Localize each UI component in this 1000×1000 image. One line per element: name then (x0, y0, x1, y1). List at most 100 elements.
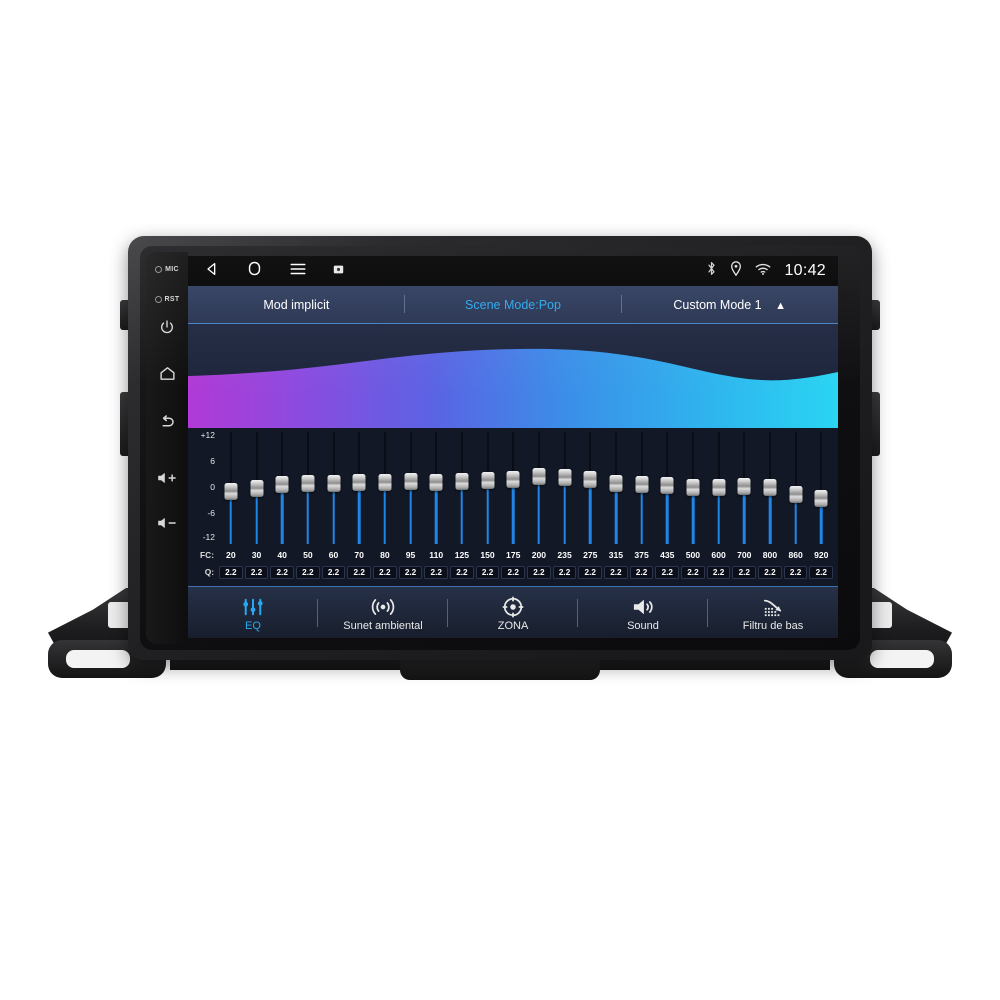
reset-led-icon (154, 295, 162, 303)
q-values[interactable]: 2.2 2.2 2.2 2.2 2.2 2.2 2.2 2.2 2.2 2.2 2.2 2.2 2.2 2… (218, 565, 838, 579)
slider-knob[interactable] (352, 474, 366, 492)
eq-band-slider[interactable] (706, 428, 732, 546)
slider-knob[interactable] (404, 473, 418, 491)
q-value[interactable]: 2.2 (731, 565, 757, 579)
slider-knob[interactable] (609, 475, 623, 493)
q-value[interactable]: 2.2 (783, 565, 809, 579)
slider-knob[interactable] (327, 474, 341, 492)
eq-band-slider[interactable] (808, 428, 834, 546)
mode-default-button[interactable]: Mod implicit (188, 298, 405, 312)
eq-band-slider[interactable] (731, 428, 757, 546)
slider-knob[interactable] (250, 479, 263, 497)
eq-band-slider[interactable] (629, 428, 655, 546)
q-value[interactable]: 2.2 (449, 565, 475, 579)
q-value[interactable]: 2.2 (757, 565, 783, 579)
eq-band-slider[interactable] (244, 428, 270, 546)
eq-band-slider[interactable] (423, 428, 449, 546)
slider-knob[interactable] (712, 478, 726, 496)
eq-band-slider[interactable] (372, 428, 398, 546)
q-value[interactable]: 2.2 (346, 565, 372, 579)
q-value[interactable]: 2.2 (603, 565, 629, 579)
eq-band-slider[interactable] (269, 428, 295, 546)
q-value[interactable]: 2.2 (654, 565, 680, 579)
q-value[interactable]: 2.2 (552, 565, 578, 579)
q-value[interactable]: 2.2 (244, 565, 270, 579)
eq-band-slider[interactable] (603, 428, 629, 546)
slider-knob[interactable] (660, 476, 674, 494)
tab-eq[interactable]: EQ (188, 587, 318, 638)
eq-band-slider[interactable] (552, 428, 578, 546)
slider-knob[interactable] (583, 470, 597, 488)
q-value[interactable]: 2.2 (372, 565, 398, 579)
eq-band-slider[interactable] (218, 428, 244, 546)
volume-down-button[interactable] (146, 512, 188, 534)
eq-band-slider[interactable] (526, 428, 552, 546)
slider-knob[interactable] (506, 471, 520, 489)
slider-knob[interactable] (378, 473, 392, 491)
mode-scene-button[interactable]: Scene Mode:Pop (405, 298, 622, 312)
back-button[interactable] (146, 411, 188, 433)
slider-knob[interactable] (224, 483, 238, 501)
eq-band-slider[interactable] (757, 428, 783, 546)
power-button[interactable] (146, 316, 188, 338)
q-value[interactable]: 2.2 (629, 565, 655, 579)
eq-band-slider[interactable] (577, 428, 603, 546)
eq-band-slider[interactable] (654, 428, 680, 546)
touchscreen[interactable]: 10:42 Mod implicit Scene Mode:Pop Custom… (188, 256, 838, 638)
expand-caret-icon[interactable]: ▲ (775, 300, 786, 312)
q-value[interactable]: 2.2 (218, 565, 244, 579)
tab-sound[interactable]: Sound (578, 587, 708, 638)
screenshot-icon[interactable] (333, 262, 344, 280)
slider-knob[interactable] (789, 486, 803, 504)
q-value[interactable]: 2.2 (577, 565, 603, 579)
eq-band-slider[interactable] (398, 428, 424, 546)
slider-knob[interactable] (635, 475, 649, 493)
slider-knob[interactable] (558, 469, 572, 487)
slider-knob[interactable] (301, 475, 315, 493)
slider-knob[interactable] (737, 478, 751, 496)
tab-zona[interactable]: ZONA (448, 587, 578, 638)
slider-knob[interactable] (686, 479, 700, 496)
eq-band-slider[interactable] (500, 428, 526, 546)
q-value[interactable]: 2.2 (398, 565, 424, 579)
slider-knob[interactable] (455, 472, 469, 490)
q-value[interactable]: 2.2 (269, 565, 295, 579)
tab-sunet-ambiental[interactable]: Sunet ambiental (318, 587, 448, 638)
db-scale: +12 6 0 -6 -12 (188, 428, 218, 546)
equalizer-panel[interactable]: +12 6 0 -6 -12 FC: 20 30 40 50 60 70 80 95 110 12… (188, 428, 838, 586)
q-value[interactable]: 2.2 (808, 565, 834, 579)
q-value[interactable]: 2.2 (706, 565, 732, 579)
volume-up-button[interactable] (146, 467, 188, 489)
eq-band-slider[interactable] (680, 428, 706, 546)
q-value[interactable]: 2.2 (295, 565, 321, 579)
eq-band-slider[interactable] (295, 428, 321, 546)
eq-band-slider[interactable] (783, 428, 809, 546)
q-value[interactable]: 2.2 (321, 565, 347, 579)
slider-knob[interactable] (814, 489, 828, 507)
eq-band-slider[interactable] (346, 428, 372, 546)
slider-knob[interactable] (275, 476, 289, 494)
triangle-back-icon[interactable] (204, 261, 220, 282)
hamburger-menu-icon[interactable] (289, 261, 307, 282)
eq-band-slider[interactable] (449, 428, 475, 546)
q-value[interactable]: 2.2 (680, 565, 706, 579)
tab-filtru-de-bas[interactable]: Filtru de bas (708, 587, 838, 638)
eq-band-slider[interactable] (321, 428, 347, 546)
q-value[interactable]: 2.2 (423, 565, 449, 579)
fc-row-label: FC: (200, 549, 214, 560)
q-value[interactable]: 2.2 (500, 565, 526, 579)
q-value[interactable]: 2.2 (475, 565, 501, 579)
mode-custom-button[interactable]: Custom Mode 1 ▲ (621, 298, 838, 312)
slider-knob[interactable] (481, 472, 495, 490)
eq-band-sliders[interactable] (218, 428, 834, 546)
slider-knob[interactable] (763, 479, 777, 496)
slider-knob[interactable] (532, 467, 546, 485)
reset-indicator[interactable]: RST (146, 292, 188, 306)
bottom-tab-bar[interactable]: EQ Sunet ambiental ZONA Sound Filtru de bas (188, 586, 838, 638)
slider-track-lower (537, 481, 541, 544)
eq-band-slider[interactable] (475, 428, 501, 546)
q-value[interactable]: 2.2 (526, 565, 552, 579)
home-button[interactable] (146, 362, 188, 384)
circle-home-icon[interactable] (246, 260, 263, 282)
slider-knob[interactable] (429, 474, 443, 492)
